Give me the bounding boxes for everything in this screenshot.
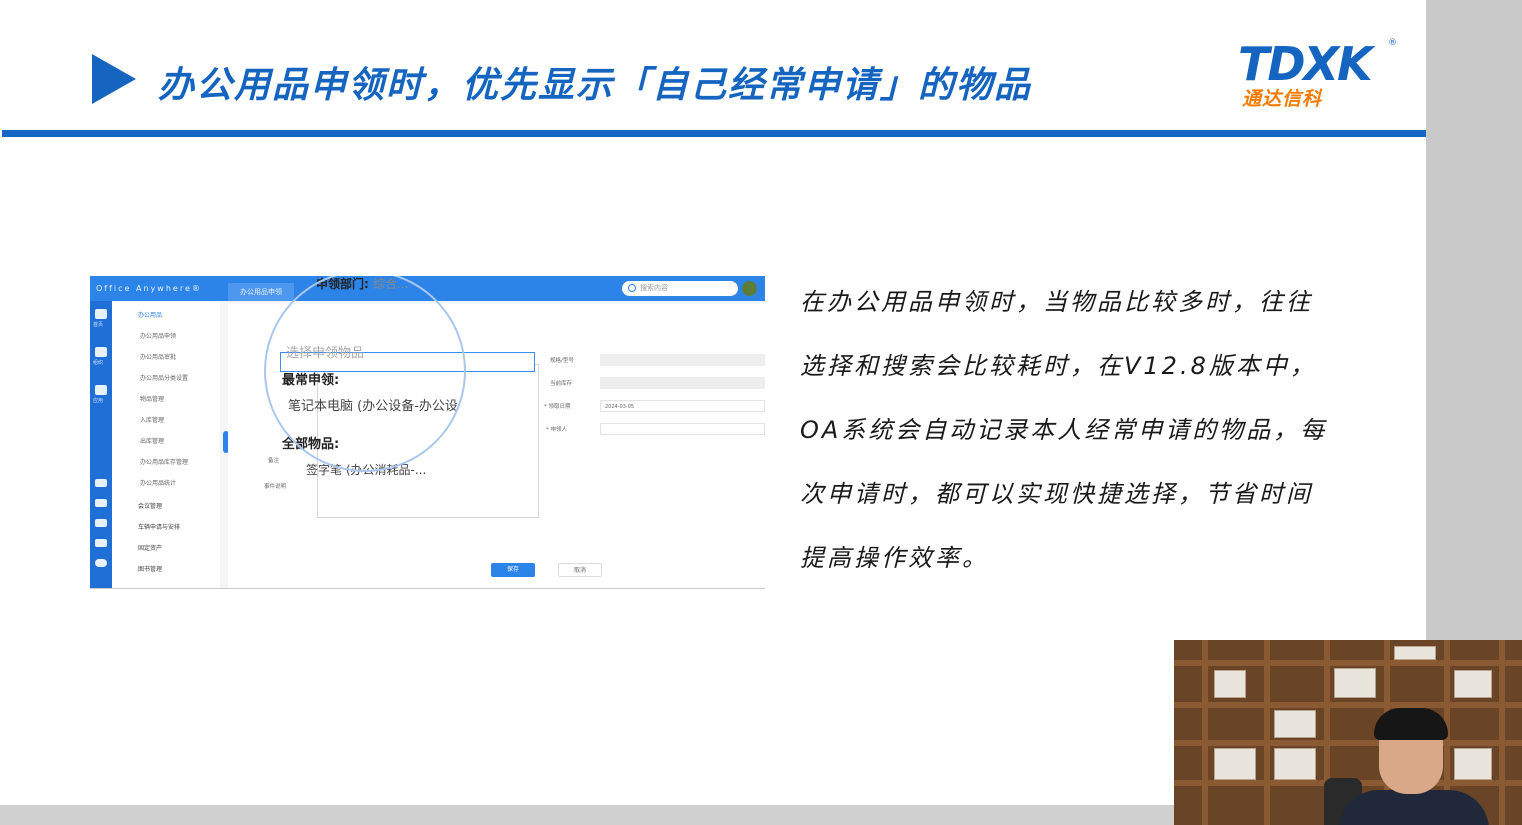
description-line: 提高操作效率。 — [800, 544, 989, 572]
sidebar-item[interactable]: 出库管理 — [140, 436, 164, 445]
bookshelf-divider — [1202, 640, 1208, 825]
menu-header[interactable]: 办公用品 — [138, 310, 162, 319]
company-logo: TDXK ® 通达信科 — [1238, 38, 1398, 110]
rail-label-home: 首页 — [93, 322, 104, 328]
apps-icon[interactable] — [95, 385, 107, 395]
bookshelf-shelf — [1174, 740, 1522, 746]
zoom-lens — [264, 276, 466, 472]
certificate-plaque — [1214, 670, 1246, 698]
print-icon[interactable] — [95, 479, 107, 487]
sidebar-group[interactable]: 会议管理 — [138, 501, 162, 510]
org-icon[interactable] — [95, 347, 107, 357]
field-label: 规格/型号 — [550, 358, 574, 364]
home-icon[interactable] — [95, 309, 107, 319]
bookshelf-divider — [1264, 640, 1270, 825]
presenter-body — [1339, 790, 1489, 825]
avatar[interactable] — [742, 281, 757, 296]
description-line: 选择和搜索会比较耗时，在V12.8版本中， — [800, 352, 1317, 380]
field-label: * 领取日期 — [544, 404, 571, 410]
field-label: 当前库存 — [550, 381, 573, 387]
play-triangle-icon — [92, 54, 136, 104]
sidebar-item[interactable]: 办公用品审批 — [140, 352, 176, 361]
search-icon — [628, 284, 636, 292]
app-screenshot: Office Anywhere® 办公用品申领 搜索内容 首页 组织 应用 办公… — [90, 276, 765, 589]
description-line: OA系统会自动记录本人经常申请的物品，每 — [800, 416, 1328, 444]
app-brand: Office Anywhere® — [96, 284, 202, 293]
tab-office-supplies[interactable]: 办公用品申领 — [228, 283, 294, 301]
shirt-icon[interactable] — [95, 539, 107, 547]
stock-field — [600, 377, 765, 389]
presenter-hair — [1374, 708, 1448, 740]
certificate-plaque — [1454, 670, 1492, 698]
download-icon[interactable] — [95, 519, 107, 527]
logo-text: TDXK — [1238, 37, 1373, 91]
sidebar-group[interactable]: 图书管理 — [138, 564, 162, 573]
date-input[interactable]: 2024-03-05 — [600, 400, 765, 412]
certificate-plaque — [1454, 748, 1492, 780]
certificate-plaque — [1394, 646, 1436, 660]
sidebar-item[interactable]: 物品管理 — [140, 394, 164, 403]
save-button[interactable]: 保存 — [491, 563, 535, 577]
field-label: 备注 — [268, 458, 280, 464]
icon-rail: 首页 组织 应用 — [90, 301, 112, 588]
sidebar-item[interactable]: 办公用品申领 — [140, 331, 176, 340]
sidebar-item[interactable]: 办公用品库存管理 — [140, 457, 188, 466]
mail-icon[interactable] — [95, 499, 107, 507]
sidebar-item[interactable]: 入库管理 — [140, 415, 164, 424]
more-icon[interactable] — [95, 559, 107, 567]
rail-label-org: 组织 — [93, 360, 104, 366]
slide-title: 办公用品申领时，优先显示「自己经常申请」的物品 — [158, 65, 1033, 106]
webcam-overlay — [1174, 640, 1522, 825]
title-divider — [2, 130, 1426, 137]
sidebar-menu: 办公用品 办公用品申领 办公用品审批 办公用品分类设置 物品管理 入库管理 出库… — [112, 301, 220, 588]
certificate-plaque — [1214, 748, 1256, 780]
applicant-input[interactable] — [600, 423, 765, 435]
certificate-plaque — [1334, 668, 1376, 698]
field-label: 事件说明 — [264, 484, 287, 490]
bookshelf-shelf — [1174, 702, 1522, 708]
cancel-button[interactable]: 取消 — [558, 563, 602, 577]
logo-registered-mark: ® — [1388, 38, 1397, 48]
app-search-input[interactable]: 搜索内容 — [622, 281, 738, 296]
bookshelf-shelf — [1174, 660, 1522, 666]
sidebar-item[interactable]: 办公用品统计 — [140, 478, 176, 487]
bookshelf-divider — [1499, 640, 1505, 825]
description-text: 在办公用品申领时，当物品比较多时，往往 选择和搜索会比较耗时，在V12.8版本中… — [800, 270, 1360, 590]
field-label: * 申领人 — [546, 427, 567, 433]
logo-subtitle: 通达信科 — [1242, 88, 1323, 110]
certificate-plaque — [1274, 748, 1316, 780]
sidebar-group[interactable]: 固定资产 — [138, 543, 162, 552]
sidebar-item[interactable]: 办公用品分类设置 — [140, 373, 188, 382]
description-line: 次申请时，都可以实现快捷选择，节省时间 — [800, 480, 1313, 508]
certificate-plaque — [1274, 710, 1316, 738]
description-line: 在办公用品申领时，当物品比较多时，往往 — [800, 288, 1313, 316]
rail-label-apps: 应用 — [93, 398, 104, 404]
sidebar-group[interactable]: 车辆申请与安排 — [138, 522, 180, 531]
spec-field — [600, 354, 765, 366]
search-placeholder: 搜索内容 — [640, 284, 668, 292]
